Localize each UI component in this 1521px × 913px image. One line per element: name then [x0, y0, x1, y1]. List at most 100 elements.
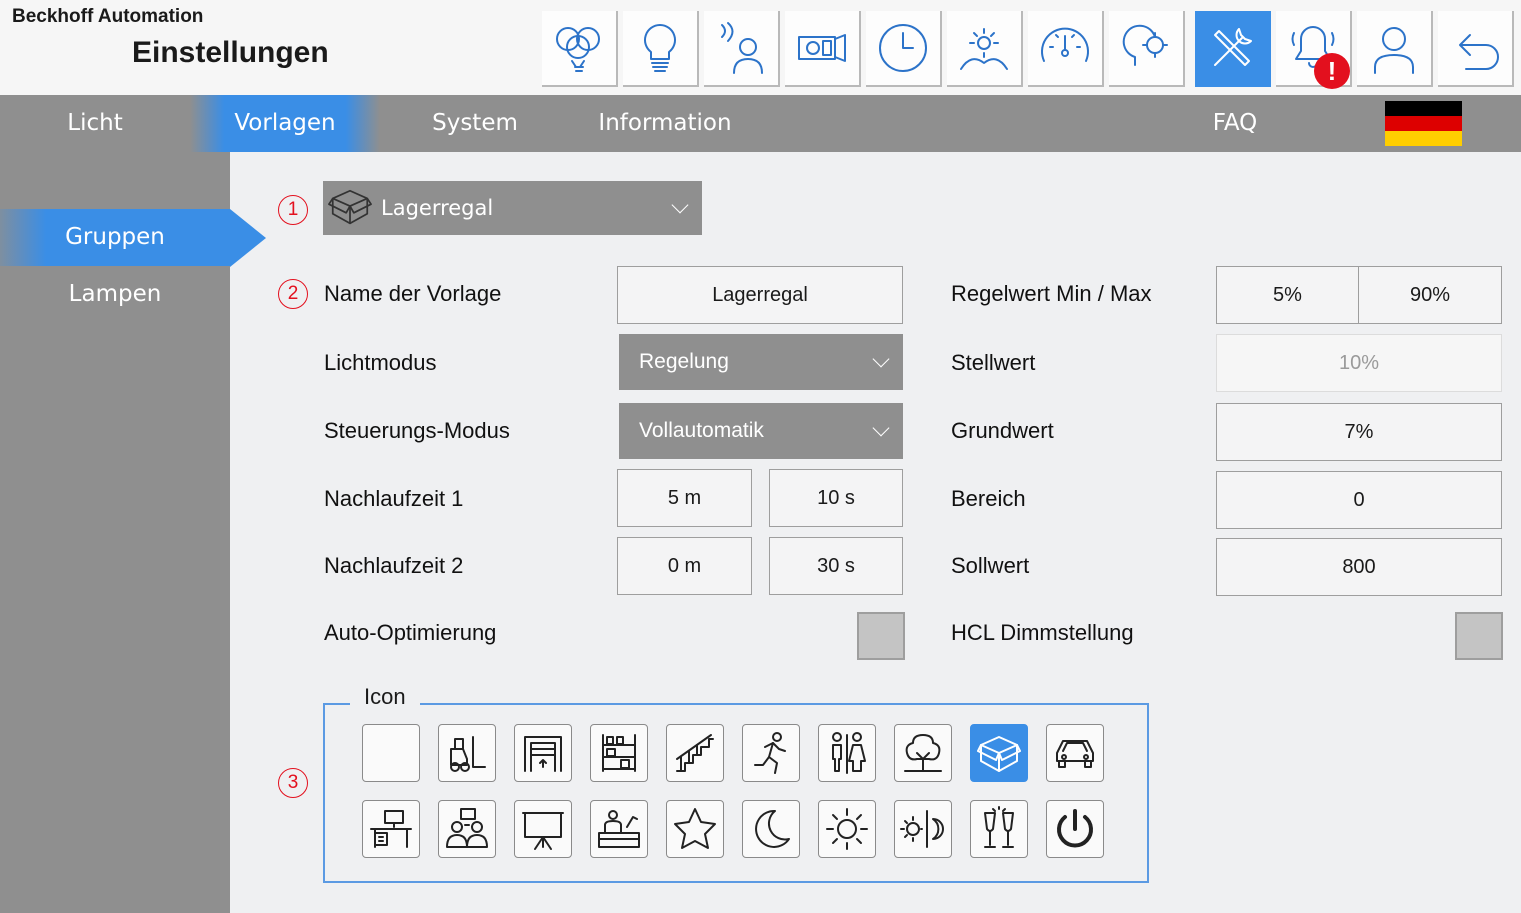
- icon-picker-legend: Icon: [350, 684, 420, 710]
- clock-icon: [879, 24, 927, 72]
- icon-option-running[interactable]: [742, 724, 800, 782]
- tools-icon: [1214, 28, 1252, 66]
- icon-option-star[interactable]: [666, 800, 724, 858]
- workbench-icon: [598, 810, 640, 848]
- sunrise-icon: [960, 28, 1008, 70]
- toolbar-button-groups[interactable]: [542, 11, 618, 87]
- icon-option-tree[interactable]: [894, 724, 952, 782]
- bereich-field[interactable]: 0: [1216, 471, 1502, 529]
- chevron-down-icon: [671, 196, 689, 214]
- sollwert-field[interactable]: 800: [1216, 538, 1502, 596]
- regelwert-max-field[interactable]: 90%: [1358, 266, 1502, 324]
- gear-head-icon: [1122, 24, 1168, 66]
- icon-option-glasses[interactable]: [970, 800, 1028, 858]
- nav-licht[interactable]: Licht: [0, 95, 190, 152]
- sidebar-item-gruppen[interactable]: Gruppen: [0, 209, 230, 266]
- name-field[interactable]: Lagerregal: [617, 266, 903, 324]
- auto-optimierung-label: Auto-Optimierung: [324, 620, 497, 645]
- icon-option-meeting[interactable]: [438, 800, 496, 858]
- box-icon: [328, 189, 372, 225]
- icon-option-garage[interactable]: [514, 724, 572, 782]
- toolbar-button-clock[interactable]: [866, 11, 942, 87]
- icon-option-moon[interactable]: [742, 800, 800, 858]
- toolbar-button-daylight[interactable]: [947, 11, 1023, 87]
- grundwert-label: Grundwert: [951, 418, 1054, 443]
- steuerung-select[interactable]: Vollautomatik: [619, 403, 903, 459]
- lichtmodus-select[interactable]: Regelung: [619, 334, 903, 390]
- template-select[interactable]: Lagerregal: [323, 181, 702, 235]
- stellwert-field: 10%: [1216, 334, 1502, 392]
- nav-system[interactable]: System: [380, 95, 570, 152]
- page-title: Einstellungen: [132, 36, 329, 69]
- icon-option-car[interactable]: [1046, 724, 1104, 782]
- flag-de-icon[interactable]: [1385, 101, 1462, 146]
- steuerung-label: Steuerungs-Modus: [324, 418, 510, 443]
- toolbar-button-logic[interactable]: [1109, 11, 1185, 87]
- regelwert-label: Regelwert Min / Max: [951, 281, 1152, 306]
- step-marker-2: 2: [278, 279, 308, 309]
- nachlauf1-label: Nachlaufzeit 1: [324, 486, 464, 511]
- icon-option-workbench[interactable]: [590, 800, 648, 858]
- bereich-label: Bereich: [951, 486, 1026, 511]
- icon-option-sun[interactable]: [818, 800, 876, 858]
- icon-option-day-night[interactable]: [894, 800, 952, 858]
- alert-badge: !: [1314, 53, 1350, 89]
- restroom-icon: [832, 732, 866, 774]
- icon-option-presentation[interactable]: [514, 800, 572, 858]
- power-icon: [1057, 809, 1093, 848]
- shelving-icon: [602, 734, 636, 772]
- nachlauf2-label: Nachlaufzeit 2: [324, 553, 464, 578]
- toolbar-button-back[interactable]: [1438, 11, 1514, 87]
- sollwert-label: Sollwert: [951, 553, 1030, 578]
- nachlauf1-minutes-field[interactable]: 5 m: [617, 469, 752, 527]
- toolbar-button-user[interactable]: [1357, 11, 1433, 87]
- nachlauf1-seconds-field[interactable]: 10 s: [769, 469, 903, 527]
- toolbar-button-presence[interactable]: [704, 11, 780, 87]
- hcl-label: HCL Dimmstellung: [951, 620, 1134, 645]
- icon-option-power[interactable]: [1046, 800, 1104, 858]
- hcl-checkbox[interactable]: [1455, 612, 1503, 660]
- gauge-icon: [1041, 27, 1089, 62]
- car-icon: [1056, 740, 1094, 768]
- toolbar-button-gauge[interactable]: [1028, 11, 1104, 87]
- motion-person-icon: [721, 22, 763, 74]
- toolbar-button-alarms[interactable]: !: [1276, 11, 1352, 89]
- auto-optimierung-checkbox[interactable]: [857, 612, 905, 660]
- step-marker-1: 1: [278, 195, 308, 225]
- nachlauf2-seconds-field[interactable]: 30 s: [769, 537, 903, 595]
- template-select-value: Lagerregal: [381, 196, 494, 220]
- tree-icon: [904, 734, 942, 772]
- desk-icon: [370, 810, 412, 848]
- presentation-board-icon: [522, 812, 564, 850]
- grundwert-field[interactable]: 7%: [1216, 403, 1502, 461]
- nav-faq[interactable]: FAQ: [1140, 95, 1330, 152]
- toolbar-button-settings[interactable]: [1195, 11, 1271, 87]
- forklift-icon: [450, 736, 486, 772]
- box-icon: [977, 736, 1021, 772]
- chevron-down-icon: [872, 350, 890, 368]
- icon-option-restroom[interactable]: [818, 724, 876, 782]
- icon-option-desk[interactable]: [362, 800, 420, 858]
- header: Beckhoff Automation Einstellungen !: [0, 0, 1521, 95]
- stellwert-label: Stellwert: [951, 350, 1036, 375]
- nav-vorlagen[interactable]: Vorlagen: [190, 95, 380, 152]
- active-item-arrow: [230, 209, 266, 267]
- regelwert-min-field[interactable]: 5%: [1216, 266, 1359, 324]
- toolbar-button-light[interactable]: [623, 11, 699, 87]
- icon-option-box[interactable]: [970, 724, 1028, 782]
- star-icon: [674, 808, 716, 849]
- lichtmodus-value: Regelung: [639, 350, 729, 373]
- balloons-icon: [556, 27, 600, 72]
- toolbar-button-projector[interactable]: [785, 11, 861, 87]
- icon-option-empty[interactable]: [362, 724, 420, 782]
- nav-information[interactable]: Information: [570, 95, 760, 152]
- icon-option-shelving[interactable]: [590, 724, 648, 782]
- nachlauf2-minutes-field[interactable]: 0 m: [617, 537, 752, 595]
- sidebar-item-lampen[interactable]: Lampen: [0, 266, 230, 323]
- icon-option-stairs[interactable]: [666, 724, 724, 782]
- icon-option-forklift[interactable]: [438, 724, 496, 782]
- moon-icon: [755, 809, 790, 848]
- day-night-icon: [900, 810, 944, 848]
- lichtmodus-label: Lichtmodus: [324, 350, 437, 375]
- meeting-icon: [446, 808, 488, 848]
